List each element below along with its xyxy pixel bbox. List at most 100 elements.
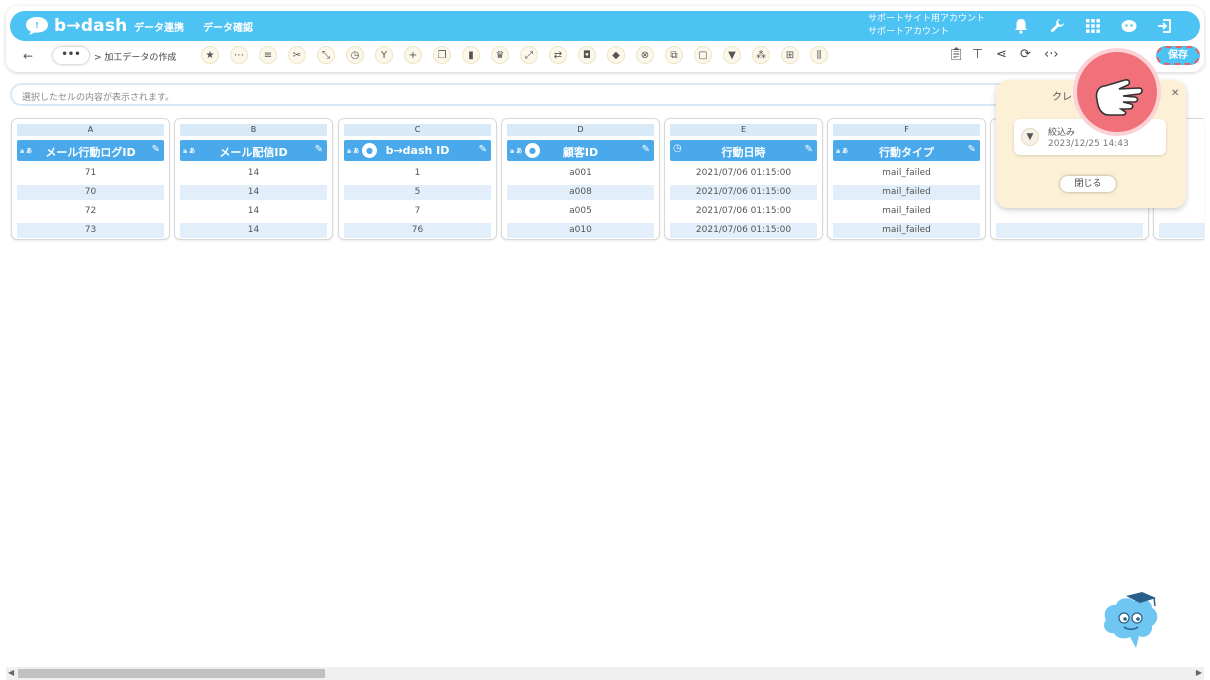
table-cell[interactable]: 2021/07/06 01:15:00 [670,223,817,238]
close-circle-icon[interactable]: ⊗ [636,46,654,64]
column-header[interactable]: a あ ● b→dash ID ✎ [344,140,491,161]
column-header[interactable]: a あ メール行動ログID ✎ [17,140,164,161]
copy-icon[interactable]: ❐ [433,46,451,64]
column-letter[interactable]: F [833,124,980,136]
brand-name: b→dash [54,16,128,36]
brain-mascot-icon[interactable] [1096,590,1160,652]
table-cell[interactable]: 2021/07/06 01:15:00 [670,185,817,200]
assistant-bot-icon[interactable] [1120,17,1138,35]
pencil-edit-icon[interactable]: ✎ [315,144,323,155]
table-cell[interactable]: mail_failed [833,223,980,238]
table-cell[interactable]: 14 [180,204,327,219]
column-letter[interactable]: D [507,124,654,136]
pencil-edit-icon[interactable]: ✎ [968,144,976,155]
table-cell[interactable]: 14 [180,223,327,238]
table-cell[interactable]: 7 [344,204,491,219]
nav-data-check[interactable]: データ確認 [203,19,253,34]
table-cell[interactable]: a008 [507,185,654,200]
trash-icon[interactable]: ▮ [462,46,480,64]
table-cell[interactable]: 2021/07/06 01:15:00 [670,166,817,181]
apps-grid-icon[interactable] [1084,17,1102,35]
save-button[interactable]: 保存 [1156,46,1200,65]
table-cell[interactable]: 14 [180,166,327,181]
table-cell[interactable]: a010 [507,223,654,238]
code-brackets-icon[interactable]: ‹·› [1044,47,1059,62]
nav-data-link[interactable]: データ連携 [134,19,184,34]
crown-icon[interactable]: ♛ [491,46,509,64]
table-cell[interactable]: 73 [17,223,164,238]
refresh-icon[interactable]: ⟳ [1020,47,1031,62]
table-cell[interactable] [996,223,1143,238]
table-cell[interactable]: a001 [507,166,654,181]
pencil-edit-icon[interactable]: ✎ [479,144,487,155]
data-column-f[interactable]: F a あ 行動タイプ ✎ mail_failed mail_failed ma… [827,118,986,240]
data-column-b[interactable]: B a あ メール配信ID ✎ 14 14 14 14 [174,118,333,240]
favorite-star-icon[interactable]: ★ [201,46,219,64]
pencil-edit-icon[interactable]: ✎ [642,144,650,155]
square-icon[interactable]: ▢ [694,46,712,64]
merge-fork-icon[interactable]: Y [375,46,393,64]
column-letter[interactable]: E [670,124,817,136]
box-icon[interactable]: ◆ [607,46,625,64]
scroll-left-arrow-icon[interactable]: ◀ [8,668,14,677]
pencil-edit-icon[interactable]: ✎ [152,144,160,155]
column-header[interactable]: a あ ● 顧客ID ✎ [507,140,654,161]
table-cell[interactable]: mail_failed [833,204,980,219]
table-cell[interactable]: 5 [344,185,491,200]
column-letter[interactable]: C [344,124,491,136]
table-cell[interactable]: mail_failed [833,185,980,200]
data-column-d[interactable]: D a あ ● 顧客ID ✎ a001 a008 a005 a010 [501,118,660,240]
account-info[interactable]: サポートサイト用アカウント サポートアカウント [868,13,985,39]
swap-icon[interactable]: ⇄ [549,46,567,64]
group-icon[interactable]: ⁂ [752,46,770,64]
table-cell[interactable]: mail_failed [833,166,980,181]
header-card: ! b→dash データ連携 データ確認 サポートサイト用アカウント サポートア… [6,6,1204,72]
table-cell[interactable]: a005 [507,204,654,219]
back-button[interactable]: ← [23,49,33,63]
more-breadcrumb-button[interactable]: ••• [53,47,89,64]
timer-icon[interactable]: ◷ [346,46,364,64]
more-dots-icon[interactable]: ⋯ [230,46,248,64]
table-cell[interactable]: 1 [344,166,491,181]
compress-icon[interactable]: ⤡ [317,46,335,64]
table-cell[interactable]: 70 [17,185,164,200]
data-column-a[interactable]: A a あ メール行動ログID ✎ 71 70 72 73 [11,118,170,240]
popup-close-button[interactable]: 閉じる [1060,176,1116,192]
wrench-icon[interactable] [1048,17,1066,35]
data-column-e[interactable]: E ◷ 行動日時 ✎ 2021/07/06 01:15:00 2021/07/0… [664,118,823,240]
popup-close-icon[interactable]: ✕ [1171,88,1179,99]
table-grid-icon[interactable]: ⊞ [781,46,799,64]
pencil-edit-icon[interactable]: ✎ [805,144,813,155]
data-column-c[interactable]: C a あ ● b→dash ID ✎ 1 5 7 76 [338,118,497,240]
filter-funnel-icon[interactable]: ▼ [723,46,741,64]
expand-icon[interactable]: ⤢ [520,46,538,64]
column-header[interactable]: ◷ 行動日時 ✎ [670,140,817,161]
table-cell[interactable]: 14 [180,185,327,200]
column-name: メール配信ID [219,146,288,159]
scrollbar-thumb[interactable] [18,669,325,678]
table-cell[interactable]: 71 [17,166,164,181]
column-letter[interactable]: B [180,124,327,136]
hierarchy-icon[interactable]: ⊤ [972,47,983,62]
split-columns-icon[interactable]: ⫼ [810,46,828,64]
logout-icon[interactable] [1156,17,1174,35]
scroll-right-arrow-icon[interactable]: ▶ [1196,668,1202,677]
table-cell[interactable]: 72 [17,204,164,219]
column-header[interactable]: a あ メール配信ID ✎ [180,140,327,161]
table-cell[interactable]: 2021/07/06 01:15:00 [670,204,817,219]
brand-logo[interactable]: ! b→dash [24,15,127,37]
table-cell[interactable]: 76 [344,223,491,238]
translate-icon[interactable]: ⧉ [665,46,683,64]
list-lines-icon[interactable]: ≡ [259,46,277,64]
add-plus-icon[interactable]: + [404,46,422,64]
column-header[interactable]: a あ 行動タイプ ✎ [833,140,980,161]
table-cell[interactable] [1159,223,1205,238]
bell-icon[interactable] [1012,17,1030,35]
shield-lock-icon[interactable]: ◘ [578,46,596,64]
horizontal-scrollbar[interactable]: ◀ ▶ [6,667,1204,680]
column-letter[interactable]: A [17,124,164,136]
clipboard-icon[interactable]: 📋︎ [948,47,965,62]
share-icon[interactable]: ⋖ [996,47,1007,62]
cell-content-placeholder: 選択したセルの内容が表示されます。 [22,93,175,103]
tools-cross-icon[interactable]: ✂ [288,46,306,64]
